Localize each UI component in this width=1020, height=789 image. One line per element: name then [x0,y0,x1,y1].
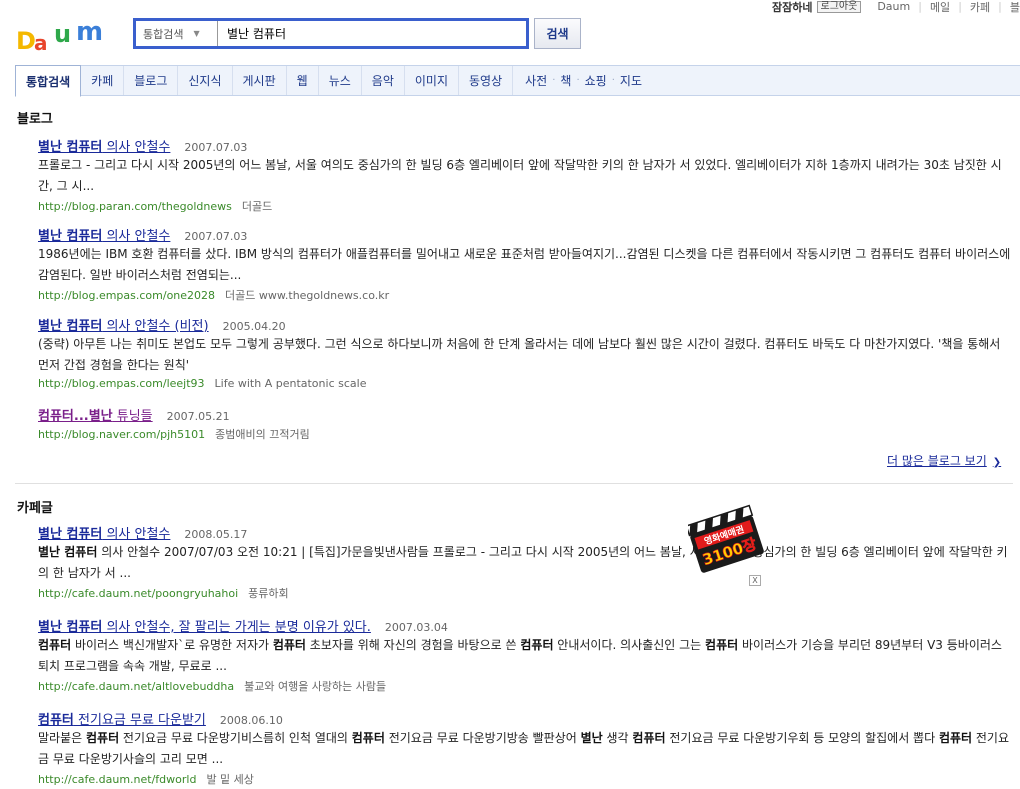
result-source: 풍류하회 [248,587,289,600]
search-category-select[interactable]: 통합검색 ▼ [136,21,218,46]
result-title-link[interactable]: 별난 컴퓨터 의사 안철수 (비전) [38,315,209,334]
result-source: 불교와 여행을 사랑하는 사람들 [244,680,387,693]
result-url[interactable]: http://blog.empas.com/leejt93 [38,377,205,390]
result-url[interactable]: http://blog.paran.com/thegoldnews [38,200,232,213]
blog-result: 별난 컴퓨터 의사 안철수 2007.07.03 1986년에는 IBM 호환 … [38,225,1013,303]
result-title-link[interactable]: 컴퓨터...별난 튜닝들 [38,405,153,424]
blog-link[interactable]: 블 [1010,0,1020,15]
separator-dot: · [552,75,556,86]
cafe-result: 별난 컴퓨터 의사 안철수, 잘 팔리는 가게는 분명 이유가 있다. 2007… [38,616,1013,694]
result-source: 발 밑 세상 [206,773,254,786]
result-url[interactable]: http://blog.naver.com/pjh5101 [38,428,205,441]
separator: | [918,0,922,13]
result-title-link[interactable]: 별난 컴퓨터 의사 안철수 [38,225,170,244]
result-date: 2007.07.03 [184,230,248,243]
result-date: 2007.05.21 [166,410,230,423]
search-button[interactable]: 검색 [534,18,581,49]
result-snippet: (중략) 아무튼 나는 취미도 본업도 모두 그렇게 공부했다. 그런 식으로 … [38,337,1001,372]
movie-ticket-ad[interactable]: 영화예매권 3100장 [685,504,768,578]
search-input[interactable] [227,26,507,41]
top-utility-bar: 잠잠하네 로그아웃 Daum | 메일 | 카페 | 블 [772,0,1020,15]
separator: | [958,0,962,13]
tab-cafe[interactable]: 카페 [81,66,125,95]
result-date: 2008.05.17 [184,528,248,541]
tab-shopping[interactable]: 쇼핑 [582,66,610,95]
clapperboard-icon: 영화예매권 3100장 [685,504,764,573]
separator-dot: · [576,75,580,86]
result-source: 더골드 [241,200,273,213]
tab-knowledge[interactable]: 신지식 [178,66,233,95]
result-snippet: 별난 컴퓨터 의사 안철수 2007/07/03 오전 10:21 | [특집]… [38,545,1008,580]
tab-video[interactable]: 동영상 [459,66,514,95]
tab-map[interactable]: 지도 [617,66,645,95]
tab-board[interactable]: 게시판 [233,66,287,95]
tab-books[interactable]: 책 [557,66,574,95]
result-snippet: 말라붙은 컴퓨터 전기요금 무료 다운방기비스름히 인척 열대의 컴퓨터 전기요… [38,731,1010,766]
logout-button[interactable]: 로그아웃 [816,0,862,13]
result-date: 2007.03.04 [384,621,448,634]
tab-music[interactable]: 음악 [362,66,405,95]
logo-letter-d: D [16,27,36,55]
tab-dictionary[interactable]: 사전 [513,66,550,95]
result-snippet: 프롤로그 - 그리고 다시 시작 2005년의 어느 봄날, 서울 여의도 중심… [38,158,1002,193]
blog-section-title: 블로그 [17,112,53,127]
blog-result: 별난 컴퓨터 의사 안철수 (비전) 2005.04.20 (중략) 아무튼 나… [38,315,1013,390]
more-blogs-link[interactable]: 더 많은 블로그 보기 ❯ [887,452,1001,469]
ad-close-button[interactable]: X [749,575,761,586]
mail-link[interactable]: 메일 [930,0,950,15]
result-date: 2005.04.20 [222,320,286,333]
result-title-link[interactable]: 별난 컴퓨터 의사 안철수, 잘 팔리는 가게는 분명 이유가 있다. [38,616,371,635]
logo-letter-m: m [76,17,104,47]
cafe-section-title: 카페글 [17,501,53,516]
username: 잠잠하네 [772,0,813,14]
cafe-result: 컴퓨터 전기요금 무료 다운받기 2008.06.10 말라붙은 컴퓨터 전기요… [38,709,1013,787]
result-source: 더골드 www.thegoldnews.co.kr [225,289,390,302]
tab-images[interactable]: 이미지 [405,66,459,95]
blog-result: 컴퓨터...별난 튜닝들 2007.05.21 http://blog.nave… [38,405,1013,442]
cafe-link[interactable]: 카페 [970,0,990,15]
result-date: 2007.07.03 [184,141,248,154]
result-url[interactable]: http://blog.empas.com/one2028 [38,289,215,302]
result-url[interactable]: http://cafe.daum.net/poongryuhahoi [38,587,238,600]
result-snippet: 1986년에는 IBM 호환 컴퓨터를 샀다. IBM 방식의 컴퓨터가 애플컴… [38,247,1011,282]
chevron-down-icon: ▼ [193,29,200,38]
result-date: 2008.06.10 [219,714,283,727]
result-source: 종범애비의 끄적거림 [215,428,310,441]
cafe-result: 별난 컴퓨터 의사 안철수 2008.05.17 별난 컴퓨터 의사 안철수 2… [38,523,1013,601]
separator-dot: · [611,75,615,86]
section-divider [15,483,1013,484]
daum-logo[interactable]: D a u m [16,17,116,55]
logo-letter-u: u [54,20,72,48]
tab-web[interactable]: 웹 [287,66,319,95]
search-tabs: 통합검색 카페 블로그 신지식 게시판 웹 뉴스 음악 이미지 동영상 사전 ·… [15,65,1020,97]
separator: | [998,0,1002,13]
search-box: 통합검색 ▼ [133,18,529,49]
tab-integrated[interactable]: 통합검색 [15,65,82,97]
result-url[interactable]: http://cafe.daum.net/altlovebuddha [38,680,234,693]
tab-news[interactable]: 뉴스 [319,66,362,95]
result-source: Life with A pentatonic scale [214,377,367,390]
chevron-right-icon: ❯ [992,457,1002,468]
result-snippet: 컴퓨터 바이러스 백신개발자`로 유명한 저자가 컴퓨터 초보자를 위해 자신의… [38,638,1002,673]
search-category-label: 통합검색 [143,27,184,41]
logo-letter-a: a [34,31,48,55]
result-title-link[interactable]: 별난 컴퓨터 의사 안철수 [38,136,170,155]
result-title-link[interactable]: 컴퓨터 전기요금 무료 다운받기 [38,709,206,728]
tab-blog[interactable]: 블로그 [124,66,179,95]
blog-result: 별난 컴퓨터 의사 안철수 2007.07.03 프롤로그 - 그리고 다시 시… [38,136,1013,214]
daum-link[interactable]: Daum [877,0,910,13]
result-url[interactable]: http://cafe.daum.net/fdworld [38,773,196,786]
result-title-link[interactable]: 별난 컴퓨터 의사 안철수 [38,523,170,542]
